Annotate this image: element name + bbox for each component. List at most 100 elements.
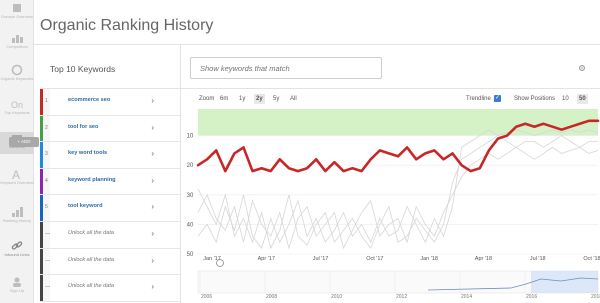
keyword-label[interactable]: Unlock all the data — [68, 283, 114, 289]
zoom-label: Zoom — [199, 96, 215, 102]
svg-text:On: On — [11, 100, 23, 110]
y-tick-label: 10 — [187, 134, 194, 140]
chevron-right-icon[interactable]: › — [151, 229, 154, 238]
navigator-year-label: 2018 — [591, 294, 600, 300]
show-positions-label: Show Positions — [514, 96, 556, 102]
organic-keywords-icon — [11, 64, 23, 76]
top-keywords-icon: On — [11, 100, 23, 110]
rail-item-top-keywords[interactable]: On Top Keywords — [0, 98, 34, 122]
keyword-row[interactable]: — Unlock all the data › — [40, 221, 180, 249]
chevron-right-icon[interactable]: › — [151, 256, 154, 265]
ranking-chart[interactable]: 1020304050Jan '17 Apr '17 Jul '17 Oct '17 Ja… — [181, 104, 600, 303]
background-keyword-line — [197, 135, 598, 250]
x-tick-label: Oct '18 — [583, 256, 600, 262]
svg-text:A: A — [12, 168, 20, 180]
keyword-label[interactable]: tool keyword — [68, 203, 103, 209]
keyword-row[interactable]: — Unlock all the data › — [40, 275, 180, 302]
gear-icon[interactable] — [578, 64, 586, 72]
keyword-label[interactable]: keyword planning — [68, 177, 116, 183]
sign-up-icon — [13, 277, 21, 287]
top-ten-band — [198, 108, 598, 136]
trendline-label: Trendline — [466, 96, 491, 102]
zoom-1y-button[interactable]: 1y — [237, 94, 247, 104]
keyword-row[interactable]: 1 ecommerce seo › — [40, 89, 180, 116]
rail-item-organic-keywords[interactable]: Organic Keywords — [0, 64, 34, 88]
zoom-all-button[interactable]: All — [288, 94, 299, 104]
keyword-label[interactable]: tool for seo — [68, 124, 98, 130]
x-tick-label: Jul '18 — [530, 256, 546, 262]
positions-50-button[interactable]: 50 — [577, 94, 588, 104]
x-tick-label: Jan '18 — [420, 256, 438, 262]
rail-item-label: Ranking History — [2, 218, 32, 223]
chevron-right-icon[interactable]: › — [151, 149, 154, 158]
keyword-list: 1 ecommerce seo › 2 tool for seo › 3 key word t… — [40, 89, 180, 302]
chart-top-divider — [181, 88, 600, 89]
x-tick-label: Jul '17 — [313, 256, 329, 262]
x-tick-label: Oct '17 — [366, 256, 383, 262]
keyword-rank: — — [40, 221, 50, 248]
rail-item-sign-up[interactable]: Sign Up — [0, 276, 34, 300]
add-badge[interactable]: + ADD — [9, 137, 39, 147]
navigator-year-label: 2008 — [266, 294, 277, 300]
chevron-right-icon[interactable]: › — [151, 282, 154, 291]
navigator-year-label: 2006 — [201, 294, 212, 300]
keyword-rank: — — [40, 275, 50, 301]
x-tick-label: Apr '17 — [258, 256, 275, 262]
navigator-year-label: 2012 — [396, 294, 407, 300]
chevron-right-icon[interactable]: › — [151, 202, 154, 211]
link-icon — [11, 241, 23, 250]
chevron-right-icon[interactable]: › — [151, 123, 154, 132]
chevron-right-icon[interactable]: › — [151, 96, 154, 105]
y-tick-label: 20 — [187, 163, 194, 169]
chevron-right-icon[interactable]: › — [151, 176, 154, 185]
navigator-handle — [216, 259, 224, 267]
positions-10-button[interactable]: 10 — [560, 94, 571, 104]
zoom-6m-button[interactable]: 6m — [218, 94, 230, 104]
y-tick-label: 50 — [187, 252, 194, 258]
domain-overview-icon — [13, 4, 21, 12]
rail-item-label: Keyword Overview — [0, 180, 34, 185]
ranking-history-icon — [12, 207, 23, 217]
rail-item-inbound-links[interactable]: Inbound Links — [0, 240, 34, 266]
navigator-year-label: 2014 — [461, 294, 472, 300]
keyword-label[interactable]: Unlock all the data — [68, 257, 114, 263]
page-title: Organic Ranking History — [40, 17, 214, 34]
zoom-2y-button[interactable]: 2y — [254, 94, 265, 104]
keyword-overview-icon: A — [12, 168, 20, 180]
keyword-rank: — — [40, 248, 50, 275]
keywords-panel-title: Top 10 Keywords — [50, 64, 116, 74]
navigator-year-label: 2010 — [331, 294, 342, 300]
rail-item-competitors[interactable]: Competitors — [0, 32, 34, 54]
y-tick-label: 40 — [187, 222, 194, 228]
header-divider — [34, 44, 600, 45]
keyword-filter-input[interactable] — [190, 57, 382, 79]
app-root: Domain Overview Competitors Organic Keyw… — [0, 0, 600, 303]
trendline-checkbox[interactable]: ✓ — [494, 95, 501, 102]
rail-item-keyword-overview[interactable]: A Keyword Overview — [0, 168, 34, 194]
keyword-label[interactable]: Unlock all the data — [68, 230, 114, 236]
keyword-row[interactable]: — Unlock all the data › — [40, 248, 180, 276]
keyword-label[interactable]: ecommerce seo — [68, 97, 110, 103]
keyword-rank: 3 — [40, 142, 50, 168]
left-nav-rail: Domain Overview Competitors Organic Keyw… — [0, 0, 34, 303]
keyword-rank: 2 — [40, 115, 50, 142]
rail-item-label: Competitors — [6, 44, 28, 49]
keyword-rank: 5 — [40, 195, 50, 221]
keyword-rank: 1 — [40, 89, 50, 115]
keyword-row[interactable]: 3 key word tools › — [40, 142, 180, 169]
zoom-5y-button[interactable]: 5y — [271, 94, 281, 104]
keyword-label[interactable]: key word tools — [68, 150, 107, 156]
y-tick-label: 30 — [187, 193, 194, 199]
keyword-row[interactable]: 5 tool keyword › — [40, 195, 180, 222]
competitors-icon — [12, 35, 23, 43]
background-keyword-line — [197, 129, 599, 249]
background-keyword-line — [197, 146, 599, 250]
rail-item-ranking-history[interactable]: Ranking History — [0, 206, 34, 230]
keyword-row[interactable]: 4 keyword planning › — [40, 168, 180, 196]
rail-item-label: Top Keywords — [4, 110, 30, 115]
keyword-row[interactable]: 2 tool for seo › — [40, 115, 180, 143]
rail-item-domain-overview[interactable]: Domain Overview — [0, 2, 34, 28]
rail-item-label: Inbound Links — [4, 252, 30, 257]
navigator-year-label: 2016 — [526, 294, 537, 300]
rail-item-label: Sign Up — [9, 288, 25, 293]
